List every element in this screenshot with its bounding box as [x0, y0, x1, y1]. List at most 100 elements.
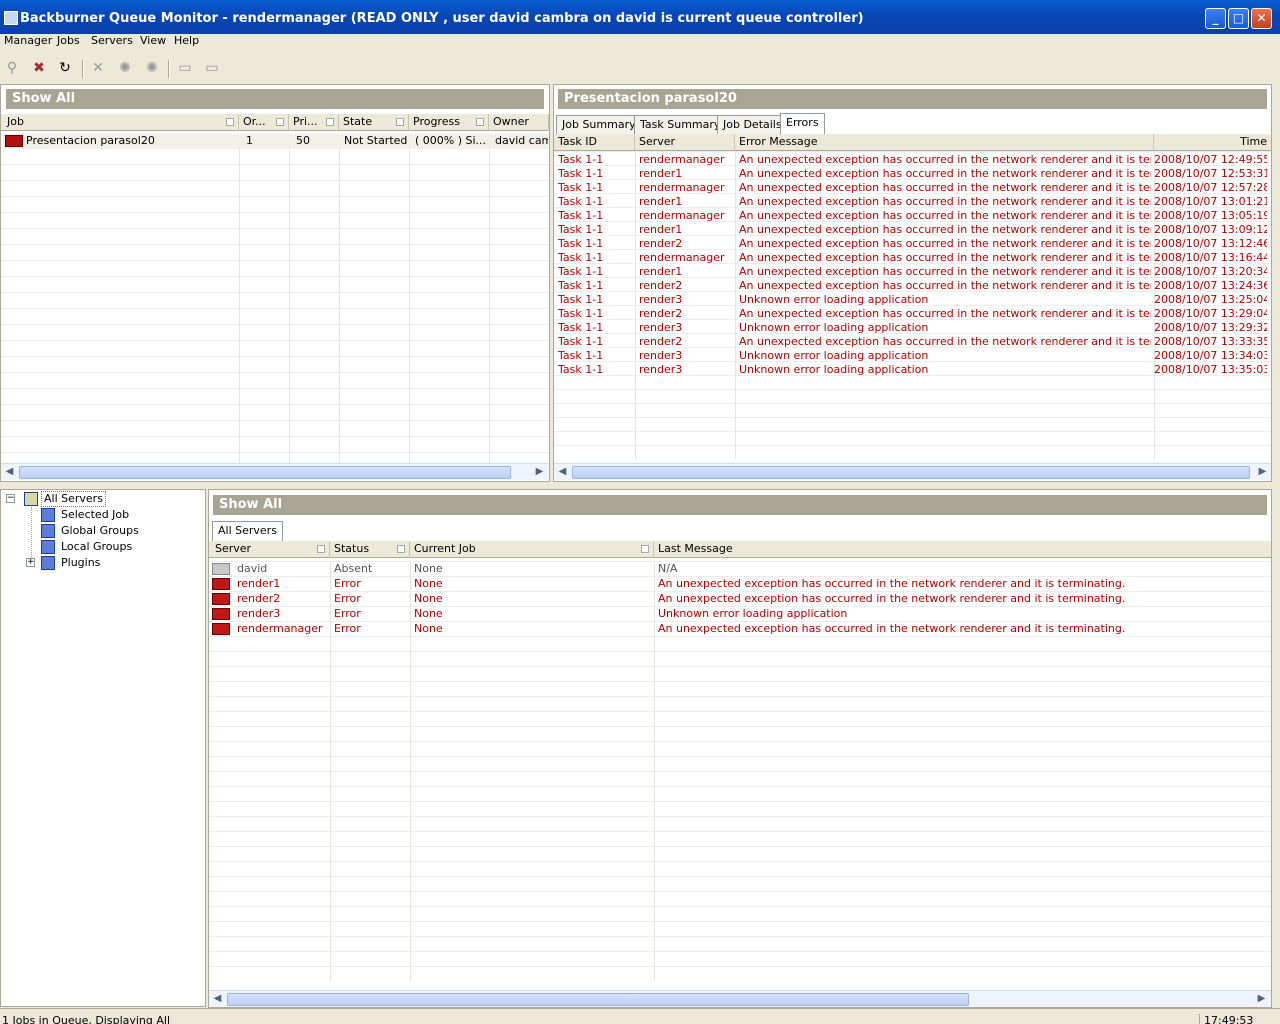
error-time: 2008/10/07 12:49:55 — [1154, 153, 1267, 166]
sort-icon — [641, 545, 649, 553]
scroll-right-arrow[interactable]: ▶ — [1253, 991, 1270, 1007]
menu-jobs[interactable]: Jobs — [57, 34, 80, 53]
error-task-id: Task 1-1 — [558, 349, 604, 362]
error-row[interactable]: Task 1-1 render1 An unexpected exception h… — [554, 167, 1271, 181]
col-state[interactable]: State — [339, 114, 409, 131]
error-server: render3 — [639, 349, 683, 362]
grid-hline — [1, 244, 549, 245]
col-state-label: State — [343, 115, 373, 128]
error-server: render2 — [639, 335, 683, 348]
scroll-left-arrow[interactable]: ◀ — [554, 464, 571, 481]
grid-hline — [209, 906, 1271, 907]
error-row[interactable]: Task 1-1 render3 Unknown error loading app… — [554, 363, 1271, 377]
error-row[interactable]: Task 1-1 rendermanager An unexpected excep… — [554, 251, 1271, 265]
close-button[interactable]: ✕ — [1251, 8, 1272, 29]
col-progress[interactable]: Progress — [409, 114, 489, 131]
col-last-message[interactable]: Last Message — [654, 541, 1271, 558]
col-owner[interactable]: Owner — [489, 114, 549, 131]
error-row[interactable]: Task 1-1 render3 Unknown error loading app… — [554, 293, 1271, 307]
menu-manager[interactable]: Manager — [4, 34, 52, 53]
error-row[interactable]: Task 1-1 render2 An unexpected exception h… — [554, 237, 1271, 251]
grid-hline — [554, 417, 1271, 418]
error-row[interactable]: Task 1-1 render1 An unexpected exception h… — [554, 265, 1271, 279]
col-time[interactable]: Time — [1154, 134, 1271, 151]
scroll-left-arrow[interactable]: ◀ — [1, 464, 18, 481]
scroll-right-arrow[interactable]: ▶ — [1254, 464, 1271, 481]
tab-job-summary[interactable]: Job Summary — [556, 115, 642, 134]
error-row[interactable]: Task 1-1 render1 An unexpected exception h… — [554, 223, 1271, 237]
error-row[interactable]: Task 1-1 render2 An unexpected exception h… — [554, 307, 1271, 321]
menu-servers[interactable]: Servers — [91, 34, 133, 53]
error-time: 2008/10/07 13:29:32 — [1154, 321, 1267, 334]
error-task-id: Task 1-1 — [558, 363, 604, 376]
error-row[interactable]: Task 1-1 render1 An unexpected exception h… — [554, 195, 1271, 209]
title-bar[interactable]: Backburner Queue Monitor - rendermanager… — [0, 0, 1280, 34]
remove-job-icon[interactable]: ✖ — [29, 58, 49, 78]
server-row[interactable]: rendermanager Error None An unexpected exce… — [209, 622, 1271, 636]
tab-all-servers[interactable]: All Servers — [212, 521, 283, 541]
scroll-right-arrow[interactable]: ▶ — [531, 464, 548, 481]
grid-hline — [554, 445, 1271, 446]
tree-expander-icon[interactable]: − — [6, 494, 15, 503]
tree-expander-icon[interactable]: + — [26, 558, 35, 567]
error-row[interactable]: Task 1-1 rendermanager An unexpected excep… — [554, 209, 1271, 223]
deactivate-icon[interactable]: ✺ — [142, 58, 162, 78]
error-row[interactable]: Task 1-1 render2 An unexpected exception h… — [554, 279, 1271, 293]
col-job[interactable]: Job — [3, 114, 239, 131]
job-row[interactable]: Presentacion parasol20 1 50 Not Started … — [3, 134, 548, 148]
activate-icon[interactable]: ✺ — [115, 58, 135, 78]
col-current-job[interactable]: Current Job — [410, 541, 654, 558]
col-error-message[interactable]: Error Message — [735, 134, 1154, 151]
grid-hline — [209, 726, 1271, 727]
server-icon[interactable]: ▭ — [175, 58, 195, 78]
server-row[interactable]: render2 Error None An unexpected exception … — [209, 592, 1271, 606]
error-row[interactable]: Task 1-1 rendermanager An unexpected excep… — [554, 153, 1271, 167]
server2-icon[interactable]: ▭ — [202, 58, 222, 78]
tab-job-details[interactable]: Job Details — [717, 115, 788, 134]
jobs-hscrollbar[interactable]: ◀ ▶ — [1, 463, 549, 480]
delete-icon[interactable]: ✕ — [88, 58, 108, 78]
error-time: 2008/10/07 13:24:36 — [1154, 279, 1267, 292]
grid-hline — [209, 861, 1271, 862]
error-task-id: Task 1-1 — [558, 181, 604, 194]
tab-errors[interactable]: Errors — [780, 113, 825, 134]
error-message: An unexpected exception has occurred in … — [739, 335, 1151, 348]
scroll-thumb[interactable] — [572, 466, 1250, 479]
grid-hline — [1, 148, 549, 149]
grid-vline — [289, 148, 290, 468]
servers-hscrollbar[interactable]: ◀ ▶ — [209, 990, 1271, 1007]
grid-hline — [1, 292, 549, 293]
col-order[interactable]: Or... — [239, 114, 289, 131]
error-row[interactable]: Task 1-1 render3 Unknown error loading app… — [554, 349, 1271, 363]
server-row[interactable]: render1 Error None An unexpected exception … — [209, 577, 1271, 591]
col-status[interactable]: Status — [330, 541, 410, 558]
menu-view[interactable]: View — [140, 34, 166, 53]
tree-label: All Servers — [41, 491, 106, 507]
scroll-thumb[interactable] — [19, 466, 511, 479]
server-last-message: An unexpected exception has occurred in … — [658, 577, 1126, 590]
error-row[interactable]: Task 1-1 render3 Unknown error loading app… — [554, 321, 1271, 335]
errors-hscrollbar[interactable]: ◀ ▶ — [554, 463, 1271, 480]
col-priority[interactable]: Pri... — [289, 114, 339, 131]
tree-label: Selected Job — [61, 508, 130, 521]
error-server: render2 — [639, 307, 683, 320]
menu-help[interactable]: Help — [174, 34, 199, 53]
error-task-id: Task 1-1 — [558, 265, 604, 278]
error-time: 2008/10/07 13:33:35 — [1154, 335, 1267, 348]
server-row[interactable]: david Absent None N/A — [209, 562, 1271, 576]
job-icon[interactable]: ⚲ — [2, 58, 22, 78]
col-server[interactable]: Server — [211, 541, 330, 558]
minimize-button[interactable]: _ — [1205, 8, 1226, 29]
refresh-icon[interactable]: ↻ — [55, 58, 75, 78]
error-row[interactable]: Task 1-1 render2 An unexpected exception h… — [554, 335, 1271, 349]
col-task-id[interactable]: Task ID — [554, 134, 635, 151]
maximize-button[interactable]: □ — [1228, 8, 1249, 29]
scroll-thumb[interactable] — [227, 993, 969, 1006]
scroll-left-arrow[interactable]: ◀ — [209, 991, 226, 1007]
col-server[interactable]: Server — [635, 134, 735, 151]
error-row[interactable]: Task 1-1 rendermanager An unexpected excep… — [554, 181, 1271, 195]
server-row[interactable]: render3 Error None Unknown error loading ap… — [209, 607, 1271, 621]
tab-task-summary[interactable]: Task Summary — [634, 115, 727, 134]
grid-hline — [209, 651, 1271, 652]
error-task-id: Task 1-1 — [558, 153, 604, 166]
